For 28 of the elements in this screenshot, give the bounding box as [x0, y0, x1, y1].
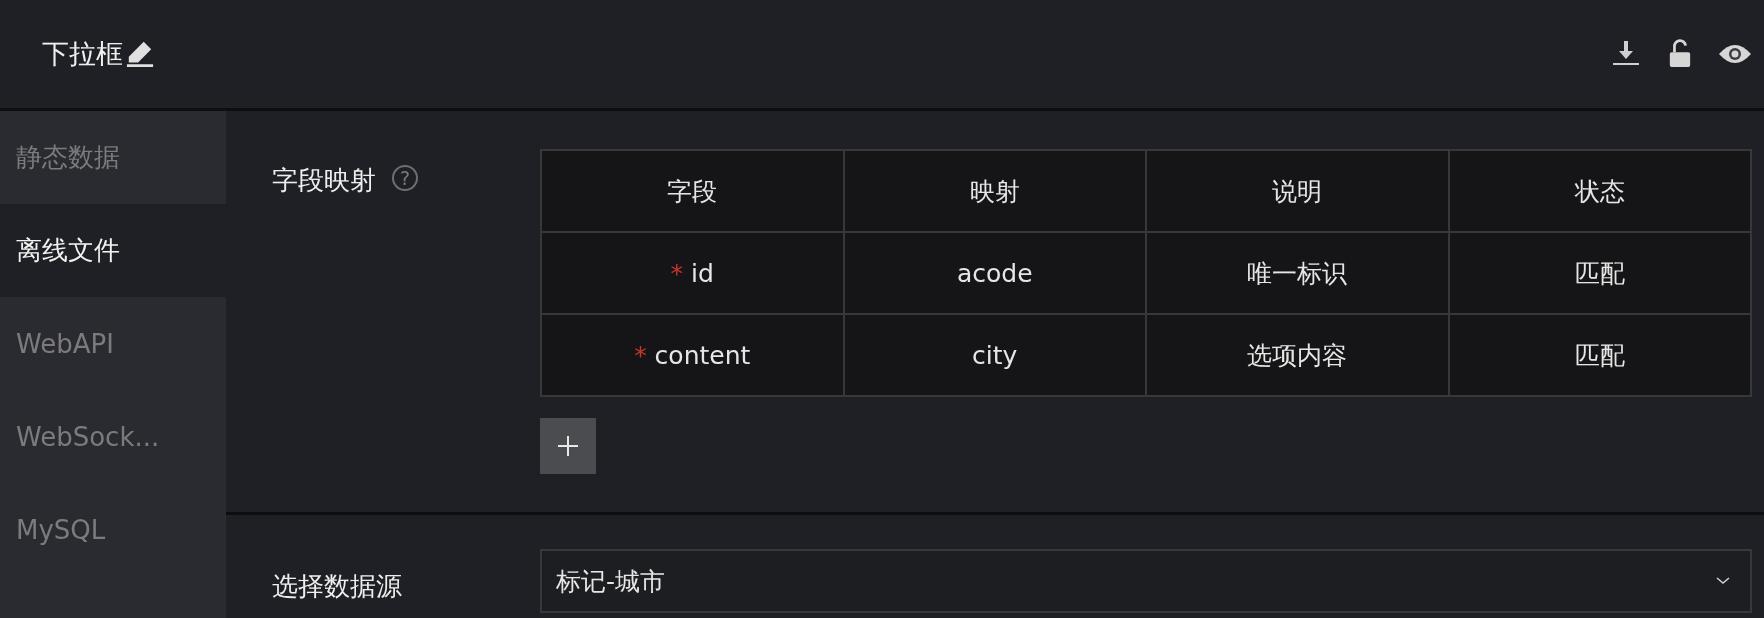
- panel-title: 下拉框: [42, 37, 123, 71]
- table-cell: 选项内容: [1146, 314, 1449, 396]
- table-cell: 匹配: [1448, 314, 1751, 396]
- column-header: 状态: [1448, 150, 1751, 232]
- chevron-down-icon: [1716, 577, 1730, 585]
- help-icon[interactable]: ?: [392, 165, 418, 191]
- table-cell: * id: [541, 232, 844, 314]
- table-cell: 匹配: [1448, 232, 1751, 314]
- sidebar-item[interactable]: 静态数据: [0, 111, 226, 204]
- table-cell: city: [843, 314, 1146, 396]
- pencil-icon[interactable]: [125, 40, 155, 68]
- table-cell: * content: [541, 314, 844, 396]
- plus-icon: [556, 434, 580, 458]
- field-mapping-label: 字段映射: [272, 164, 376, 197]
- unlock-icon[interactable]: [1668, 39, 1692, 69]
- column-header: 映射: [843, 150, 1146, 232]
- sidebar-item[interactable]: WebAPI: [0, 297, 226, 390]
- add-button[interactable]: [540, 418, 596, 474]
- table-cell: 唯一标识: [1146, 232, 1449, 314]
- sidebar-item[interactable]: WebSock...: [0, 390, 226, 483]
- table-cell: acode: [843, 232, 1146, 314]
- sidebar-item[interactable]: 离线文件: [0, 204, 226, 297]
- eye-icon[interactable]: [1718, 42, 1752, 66]
- data-source-label: 选择数据源: [272, 570, 402, 603]
- column-header: 字段: [541, 150, 844, 232]
- column-header: 说明: [1146, 150, 1449, 232]
- sidebar-item[interactable]: MySQL: [0, 483, 226, 576]
- data-source-select[interactable]: 标记-城市: [540, 549, 1752, 613]
